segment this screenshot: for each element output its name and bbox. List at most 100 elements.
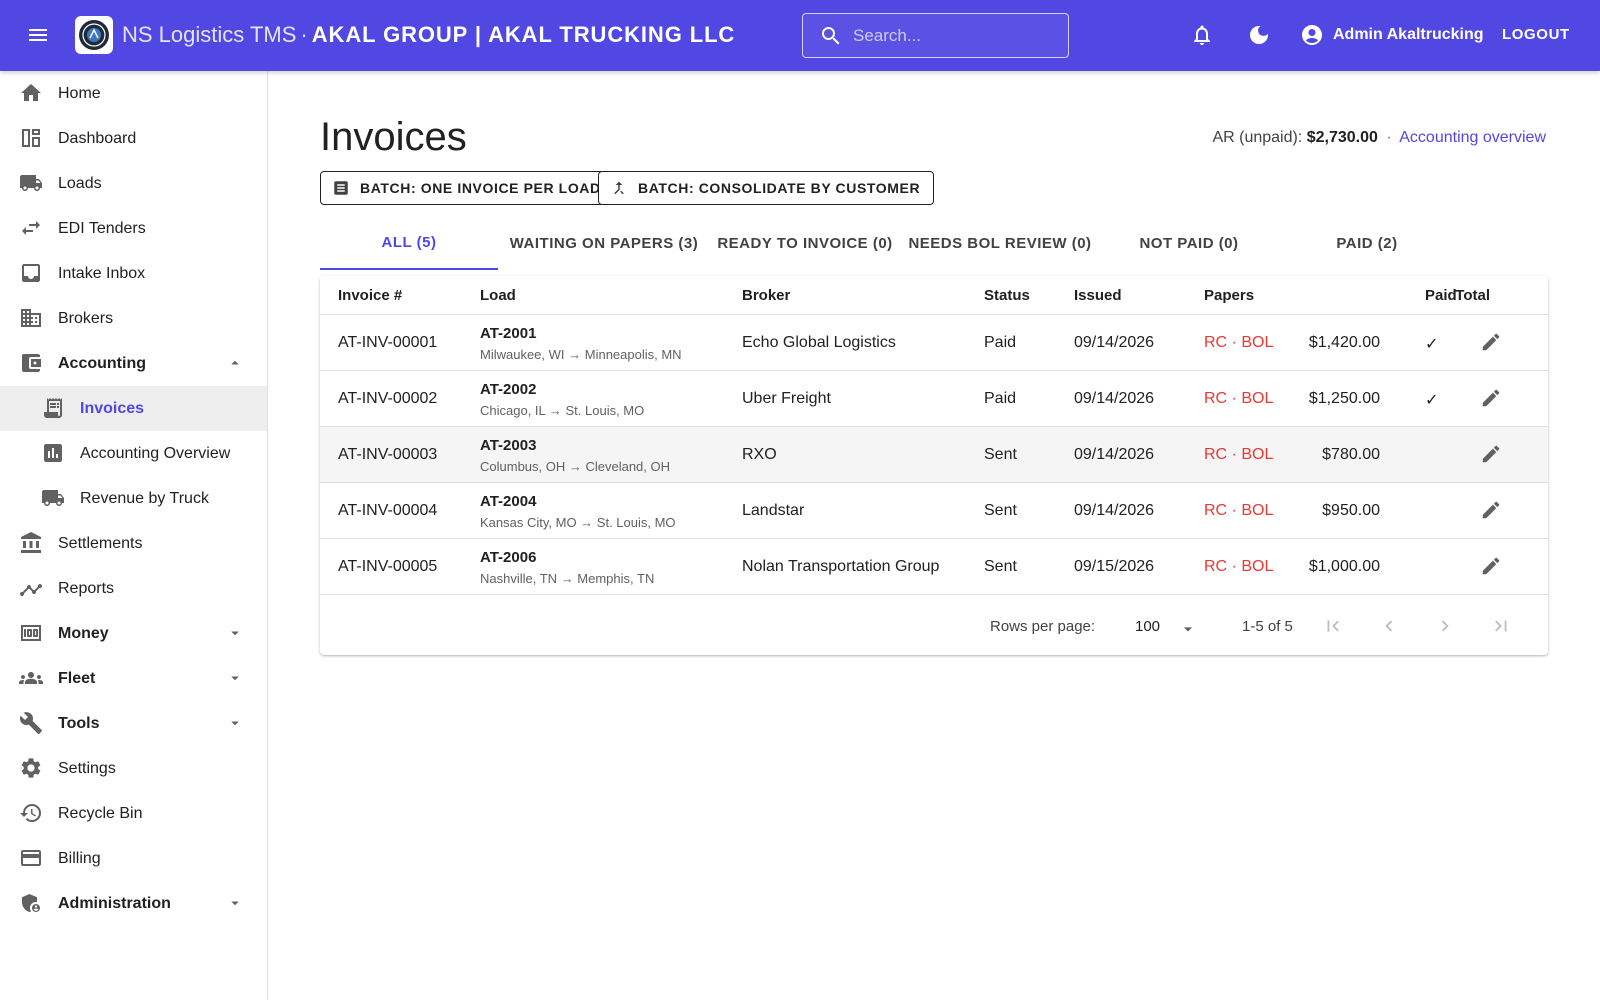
edit-pencil-icon[interactable] <box>1480 331 1502 353</box>
edit-pencil-icon[interactable] <box>1480 387 1502 409</box>
rows-per-page-select[interactable]: 100 <box>1135 618 1160 635</box>
load-id[interactable]: AT-2004 <box>480 493 536 510</box>
history-icon <box>19 801 43 825</box>
invoice-status: Sent <box>984 446 1017 463</box>
sidebar-item-label: Invoices <box>80 399 145 417</box>
truck-icon <box>41 486 65 510</box>
sidebar-item-label: Accounting <box>58 354 146 372</box>
sidebar-item-reports[interactable]: Reports <box>0 566 267 611</box>
broker-name: Landstar <box>742 502 805 519</box>
next-page-icon[interactable] <box>1434 615 1456 637</box>
sidebar-item-fleet[interactable]: Fleet <box>0 656 267 701</box>
invoice-total: $950.00 <box>1322 502 1380 519</box>
sidebar-item-brokers[interactable]: Brokers <box>0 296 267 341</box>
sidebar-item-loads[interactable]: Loads <box>0 161 267 206</box>
invoice-total: $1,420.00 <box>1308 334 1380 351</box>
batch-consolidate-by-customer-button[interactable]: BATCH: CONSOLIDATE BY CUSTOMER <box>598 171 935 205</box>
sidebar-item-home[interactable]: Home <box>0 71 267 116</box>
column-header-invoice[interactable]: Invoice # <box>338 287 402 304</box>
column-header-status[interactable]: Status <box>984 287 1030 304</box>
edit-pencil-icon[interactable] <box>1480 499 1502 521</box>
table-row[interactable]: AT-INV-00001 AT-2001 Milwaukee, WI → Min… <box>320 315 1548 371</box>
column-header-issued[interactable]: Issued <box>1074 287 1122 304</box>
chevron-down-icon <box>226 714 244 732</box>
edit-pencil-icon[interactable] <box>1480 555 1502 577</box>
sidebar-item-label: Loads <box>58 174 102 192</box>
table-row[interactable]: AT-INV-00005 AT-2006 Nashville, TN → Mem… <box>320 539 1548 595</box>
sidebar-item-invoices[interactable]: Invoices <box>0 386 267 431</box>
sidebar-item-dashboard[interactable]: Dashboard <box>0 116 267 161</box>
sidebar-item-settlements[interactable]: Settlements <box>0 521 267 566</box>
tab-ready-to-invoice[interactable]: READY TO INVOICE (0) <box>710 216 900 270</box>
papers-status: RC · BOL <box>1204 390 1274 407</box>
company-logo[interactable] <box>75 16 113 54</box>
sidebar-item-intake-inbox[interactable]: Intake Inbox <box>0 251 267 296</box>
ar-summary: AR (unpaid): $2,730.00 · Accounting over… <box>1212 129 1546 147</box>
logout-button[interactable]: LOGOUT <box>1502 26 1570 43</box>
page-title: Invoices <box>320 115 467 159</box>
table-row[interactable]: AT-INV-00004 AT-2004 Kansas City, MO → S… <box>320 483 1548 539</box>
load-id[interactable]: AT-2006 <box>480 549 536 566</box>
previous-page-icon[interactable] <box>1378 615 1400 637</box>
accounting-overview-link[interactable]: Accounting overview <box>1399 129 1546 146</box>
notifications-bell-icon[interactable] <box>1190 23 1214 47</box>
tab-needs-bol-review[interactable]: NEEDS BOL REVIEW (0) <box>900 216 1100 270</box>
invoice-status: Sent <box>984 558 1017 575</box>
sidebar-item-money[interactable]: Money <box>0 611 267 656</box>
issued-date: 09/14/2026 <box>1074 390 1155 407</box>
load-route: Kansas City, MO → St. Louis, MO <box>480 515 676 530</box>
app-header: NS Logistics TMS · AKAL GROUP | AKAL TRUCK… <box>0 0 1600 71</box>
table-row[interactable]: AT-INV-00003 AT-2003 Columbus, OH → Clev… <box>320 427 1548 483</box>
sidebar-item-accounting[interactable]: Accounting <box>0 341 267 386</box>
sidebar-item-label: Money <box>58 624 109 642</box>
sidebar-item-settings[interactable]: Settings <box>0 746 267 791</box>
edit-pencil-icon[interactable] <box>1480 443 1502 465</box>
tab-waiting-on-papers[interactable]: WAITING ON PAPERS (3) <box>498 216 710 270</box>
receipt-long-icon <box>332 179 360 197</box>
ar-value: $2,730.00 <box>1306 129 1378 146</box>
load-id[interactable]: AT-2001 <box>480 325 536 342</box>
sidebar-item-label: Reports <box>58 579 115 597</box>
search-box[interactable] <box>802 13 1069 58</box>
admin-shield-icon <box>19 891 43 915</box>
sidebar-item-tools[interactable]: Tools <box>0 701 267 746</box>
menu-icon[interactable] <box>26 23 54 47</box>
sidebar-item-label: Intake Inbox <box>58 264 146 282</box>
load-route: Chicago, IL → St. Louis, MO <box>480 403 645 418</box>
column-header-paid[interactable]: Paid <box>1425 287 1457 304</box>
column-header-load[interactable]: Load <box>480 287 516 304</box>
sidebar-item-billing[interactable]: Billing <box>0 836 267 881</box>
load-route: Columbus, OH → Cleveland, OH <box>480 459 671 474</box>
search-input[interactable] <box>853 25 1053 46</box>
load-id[interactable]: AT-2003 <box>480 437 536 454</box>
sidebar-item-edi-tenders[interactable]: EDI Tenders <box>0 206 267 251</box>
chevron-down-icon[interactable] <box>1178 619 1198 639</box>
rows-per-page-label: Rows per page: <box>990 618 1096 635</box>
sidebar-item-recycle-bin[interactable]: Recycle Bin <box>0 791 267 836</box>
sidebar-item-label: Revenue by Truck <box>80 489 209 507</box>
title-separator: · <box>300 22 308 47</box>
dark-mode-moon-icon[interactable] <box>1247 23 1271 47</box>
issued-date: 09/14/2026 <box>1074 334 1155 351</box>
user-menu[interactable]: Admin Akaltrucking <box>1300 23 1484 47</box>
wrench-icon <box>19 711 43 735</box>
load-route: Nashville, TN → Memphis, TN <box>480 571 655 586</box>
first-page-icon[interactable] <box>1322 615 1344 637</box>
tab-paid[interactable]: PAID (2) <box>1278 216 1456 270</box>
load-id[interactable]: AT-2002 <box>480 381 536 398</box>
last-page-icon[interactable] <box>1490 615 1512 637</box>
sidebar-item-accounting-overview[interactable]: Accounting Overview <box>0 431 267 476</box>
tab-all[interactable]: ALL (5) <box>320 216 498 270</box>
merge-icon <box>610 179 638 197</box>
batch-one-invoice-per-load-button[interactable]: BATCH: ONE INVOICE PER LOAD <box>320 171 615 205</box>
wallet-icon <box>19 351 43 375</box>
table-row[interactable]: AT-INV-00002 AT-2002 Chicago, IL → St. L… <box>320 371 1548 427</box>
table-header: Invoice # Load Broker Status Issued Pape… <box>320 276 1548 315</box>
column-header-papers[interactable]: Papers <box>1204 287 1254 304</box>
tab-not-paid[interactable]: NOT PAID (0) <box>1100 216 1278 270</box>
sidebar-item-administration[interactable]: Administration <box>0 881 267 926</box>
invoice-total: $1,000.00 <box>1308 558 1380 575</box>
papers-status: RC · BOL <box>1204 558 1274 575</box>
column-header-broker[interactable]: Broker <box>742 287 790 304</box>
sidebar-item-revenue-by-truck[interactable]: Revenue by Truck <box>0 476 267 521</box>
